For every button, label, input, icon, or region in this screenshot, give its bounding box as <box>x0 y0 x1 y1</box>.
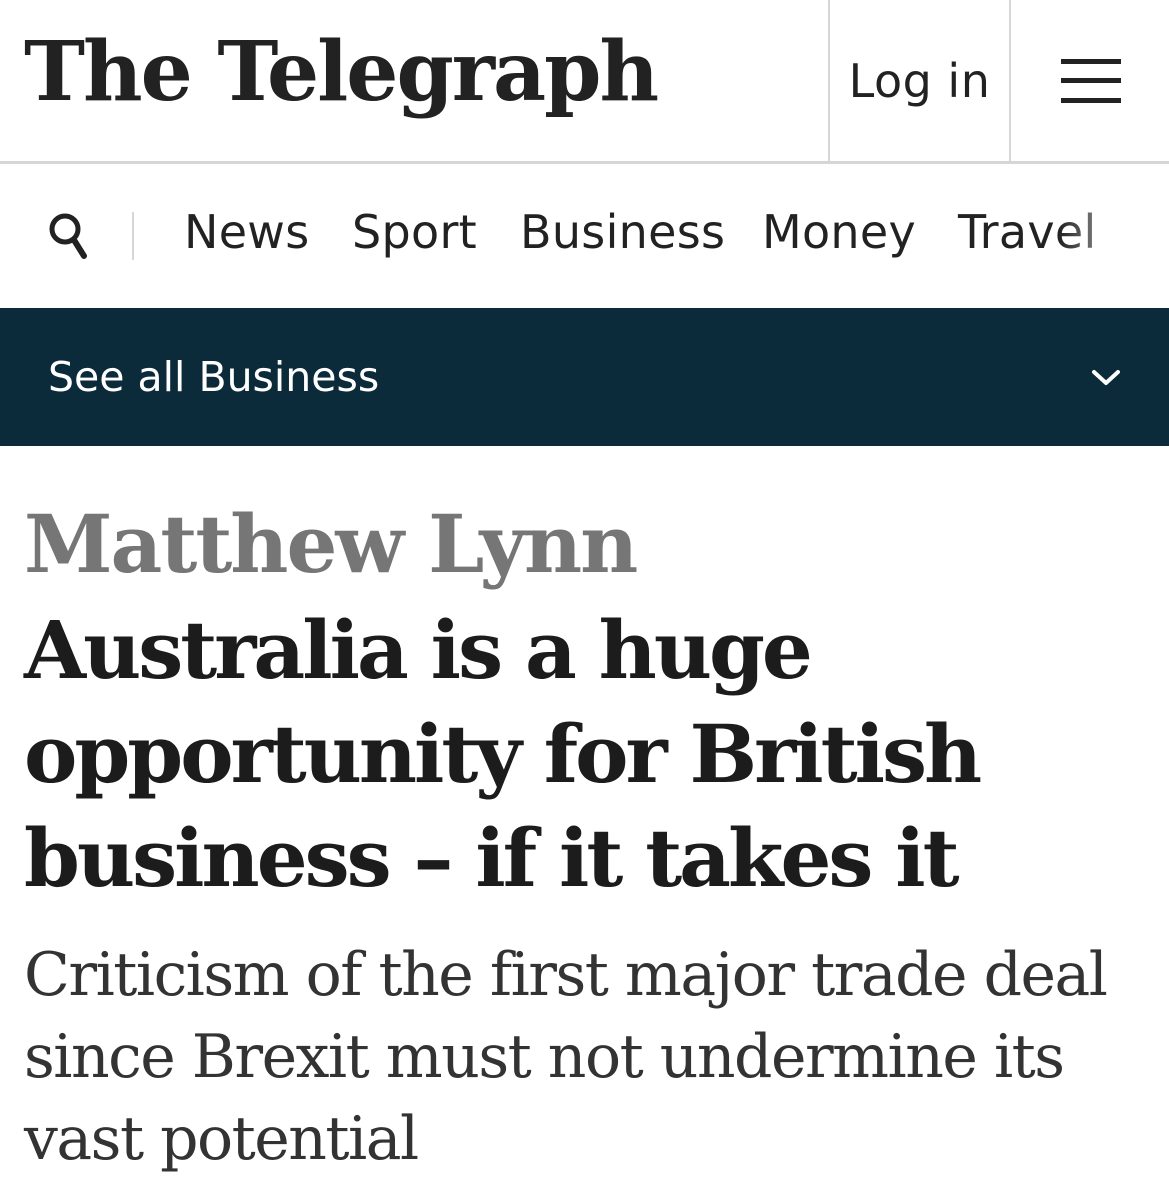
nav-divider <box>132 212 134 260</box>
login-label: Log in <box>848 53 991 108</box>
hamburger-menu-icon <box>1061 58 1121 103</box>
menu-button[interactable] <box>1013 0 1169 161</box>
section-dropdown[interactable]: See all Business <box>0 308 1169 446</box>
article-headline: Australia is a huge opportunity for Brit… <box>24 603 982 905</box>
article-standfirst: Criticism of the first major trade deal … <box>24 940 1108 1174</box>
section-dropdown-label: See all Business <box>48 353 380 401</box>
masthead: The Telegraph Log in <box>0 0 1169 164</box>
nav-item-travel[interactable]: Travel <box>958 202 1097 262</box>
nav-item-news[interactable]: News <box>184 202 310 262</box>
login-button[interactable]: Log in <box>828 0 1011 161</box>
site-logo[interactable]: The Telegraph <box>24 22 659 122</box>
search-icon <box>49 213 87 259</box>
nav-item-money[interactable]: Money <box>762 202 916 262</box>
nav-item-sport[interactable]: Sport <box>352 202 477 262</box>
nav-item-business[interactable]: Business <box>520 202 725 262</box>
primary-nav: News Sport Business Money Travel <box>0 164 1169 308</box>
author-name[interactable]: Matthew Lynn <box>24 492 638 596</box>
chevron-down-icon <box>1092 370 1120 385</box>
search-button[interactable] <box>40 204 100 264</box>
